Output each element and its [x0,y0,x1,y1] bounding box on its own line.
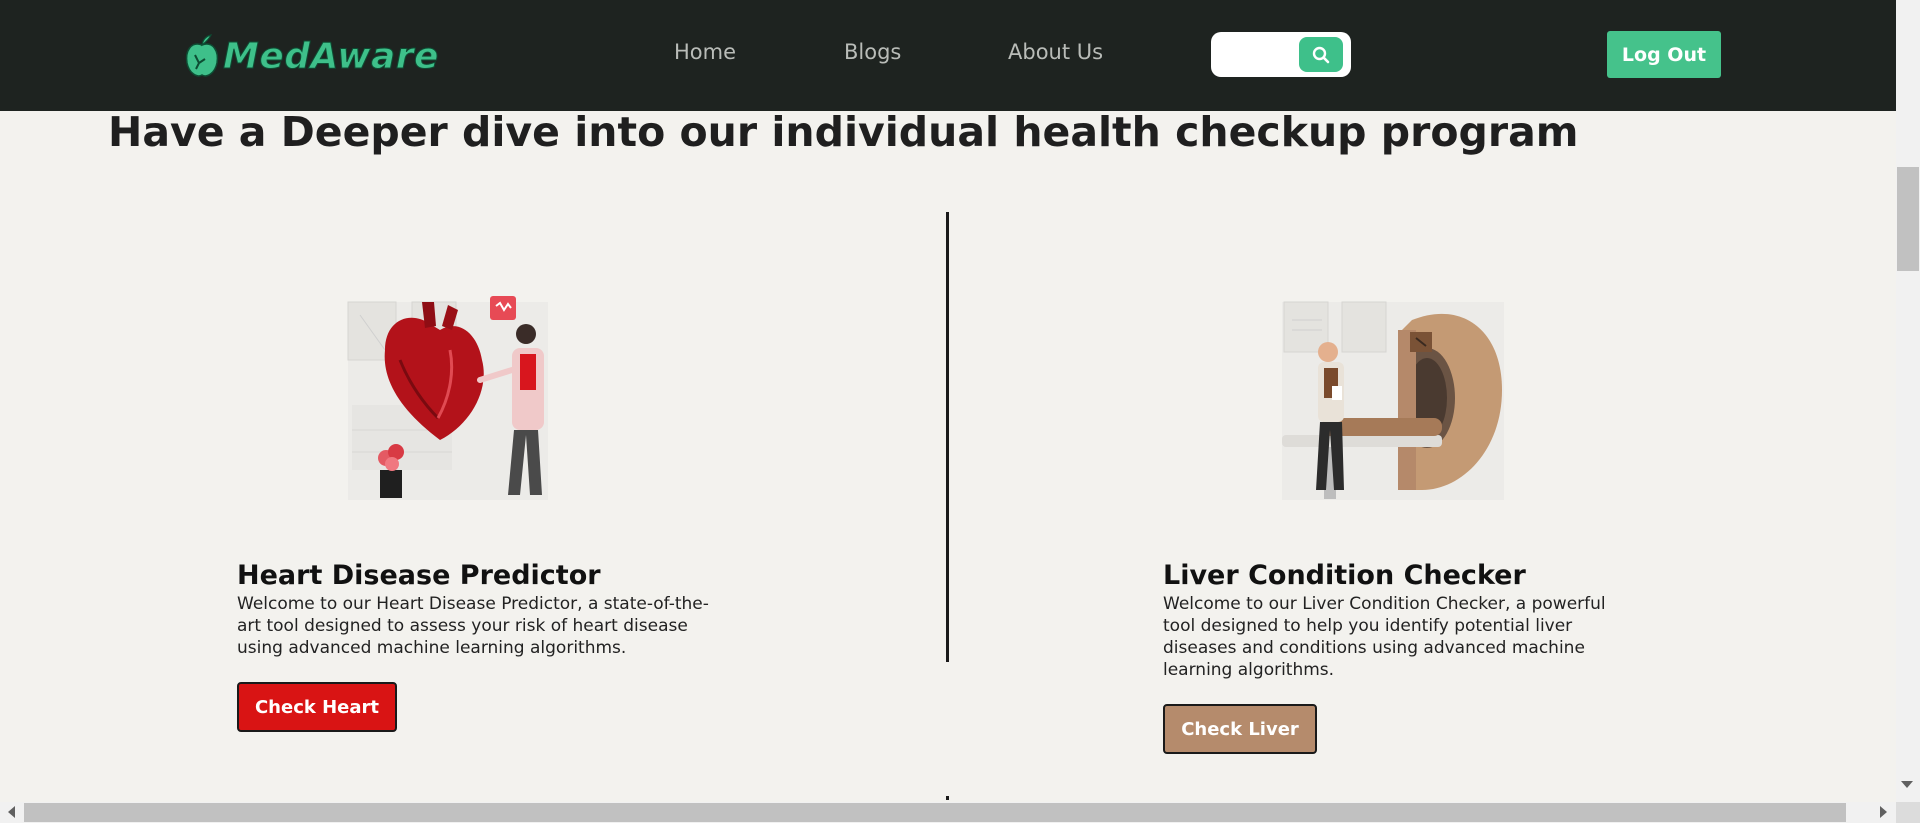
horizontal-scrollbar-thumb[interactable] [24,803,1846,822]
heart-card-title: Heart Disease Predictor [237,560,601,591]
logout-button[interactable]: Log Out [1607,31,1721,78]
heart-doctor-illustration [347,296,548,500]
section-title: Have a Deeper dive into our individual h… [108,108,1579,156]
brand-name: MedAware [223,35,439,77]
check-heart-button[interactable]: Check Heart [237,682,397,732]
vertical-scrollbar-thumb[interactable] [1897,167,1919,271]
search-button[interactable] [1299,37,1343,72]
brand-logo[interactable]: MedAware [183,31,439,81]
search-box [1211,32,1351,77]
liver-card-title: Liver Condition Checker [1163,560,1526,591]
nav-link-blogs[interactable]: Blogs [844,40,901,64]
search-icon [1312,46,1330,63]
check-liver-button[interactable]: Check Liver [1163,704,1317,754]
scroll-down-arrow-icon[interactable] [1901,781,1913,788]
search-input[interactable] [1219,40,1299,70]
apple-leaf-icon [185,34,219,77]
liver-card-description: Welcome to our Liver Condition Checker, … [1163,594,1606,680]
top-navbar: MedAware Home Blogs About Us Log Out [0,0,1896,111]
nav-link-about-us[interactable]: About Us [1008,40,1103,64]
vertical-divider [946,212,949,662]
nav-link-home[interactable]: Home [674,40,736,64]
heart-card-description: Welcome to our Heart Disease Predictor, … [237,594,709,658]
scrollbar-corner [1896,802,1920,823]
scroll-left-arrow-icon[interactable] [8,806,15,818]
mri-scanner-illustration [1282,301,1504,500]
divider-tail [946,796,949,800]
scroll-right-arrow-icon[interactable] [1880,806,1887,818]
vertical-scrollbar[interactable] [1896,0,1920,802]
